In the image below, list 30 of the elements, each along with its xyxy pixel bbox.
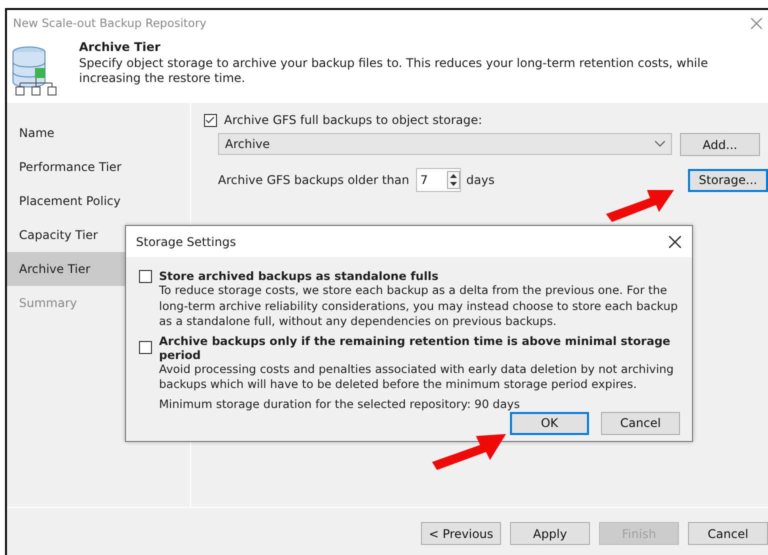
add-button[interactable]: Add... — [680, 133, 760, 156]
sidebar-item[interactable]: Placement Policy — [7, 184, 190, 218]
chevron-down-icon — [655, 141, 665, 147]
option-description: To reduce storage costs, we store each backup as a delta from the previous one. For the long-term archive reliability considerations, you may instead choose to store each backup as a standalone full, without any dependencies on previous backups. — [159, 283, 679, 330]
option-label: Archive backups only if the remaining retention time is above minimal storage period — [159, 334, 672, 362]
option-description: Avoid processing costs and penalties associated with early data deletion by not archiving backups which will have to be deleted before the minimum storage period expires. — [159, 362, 675, 392]
database-icon — [11, 46, 57, 96]
checkbox[interactable] — [204, 114, 217, 126]
storage-button[interactable]: Storage... — [688, 168, 768, 192]
dialog-title: Storage Settings — [136, 234, 236, 248]
close-icon[interactable] — [669, 236, 681, 248]
page-description: Specify object storage to archive your backup files to. This reduces your long-term retention costs, while increasing the restore time. — [79, 56, 709, 86]
window-title: New Scale-out Backup Repository — [13, 16, 206, 30]
footer-button[interactable]: Cancel — [688, 522, 768, 545]
footer-button[interactable]: < Previous — [421, 522, 501, 545]
field-label: Archive GFS backups older than — [218, 173, 410, 187]
dialog-button[interactable]: OK — [510, 412, 589, 434]
repository-dropdown[interactable]: Archive — [218, 133, 672, 155]
page-heading: Archive Tier — [79, 40, 162, 54]
checkbox[interactable] — [139, 341, 152, 354]
footer-button[interactable]: Apply — [510, 522, 590, 545]
checkbox-label: Archive GFS full backups to object storage: — [224, 113, 482, 127]
unit-label: days — [466, 173, 495, 187]
checkbox[interactable] — [139, 270, 152, 282]
sidebar-item[interactable]: Name — [7, 116, 190, 150]
info-text: Minimum storage duration for the selected repository: 90 days — [159, 396, 521, 410]
dialog-button[interactable]: Cancel — [601, 412, 680, 434]
sidebar-item[interactable]: Performance Tier — [7, 150, 190, 184]
days-spinbox[interactable]: 7 — [416, 168, 462, 192]
spin-arrows-icon — [447, 171, 460, 189]
